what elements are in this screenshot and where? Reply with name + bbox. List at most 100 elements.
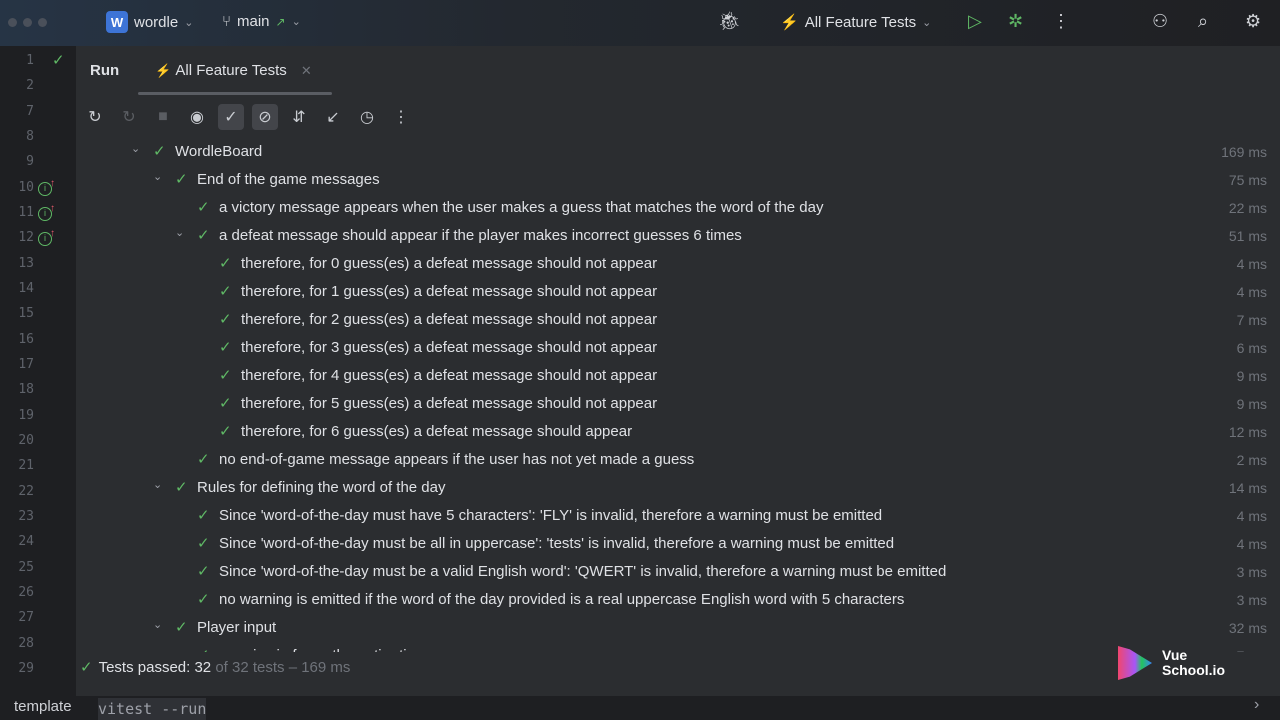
run-test-gutter-icon[interactable]: i ↑ <box>38 203 55 221</box>
run-toolbar: ↻ ↻ ■ ◉ ✓ ⊘ ⇵ ↙ ◷ ⋮ <box>82 104 414 130</box>
test-name: therefore, for 3 guess(es) a defeat mess… <box>241 339 658 356</box>
test-row[interactable]: ✓ no end-of-game message appears if the u… <box>76 446 1280 474</box>
check-icon: ✓ <box>219 367 232 384</box>
line-number: 28 <box>18 635 34 651</box>
test-duration: 9 ms <box>1236 368 1267 384</box>
test-duration: 4 ms <box>1236 284 1267 300</box>
more-icon[interactable]: ⋮ <box>388 104 414 130</box>
test-duration: 12 ms <box>1228 424 1267 440</box>
test-name: no end-of-game message appears if the us… <box>219 451 695 468</box>
rerun-icon[interactable]: ↻ <box>82 104 108 130</box>
sort-icon[interactable]: ⇵ <box>286 104 312 130</box>
tab-all-feature-tests[interactable]: ⚡ All Feature Tests ✕ <box>155 62 312 79</box>
test-row[interactable]: ✓ therefore, for 1 guess(es) a defeat mes… <box>76 278 1280 306</box>
test-row[interactable]: ⌄ ✓ End of the game messages 75 ms <box>76 166 1280 194</box>
test-row[interactable]: ✓ remains in focus the entire time 7 ms <box>76 642 1280 652</box>
chevron-down-icon[interactable]: ⌄ <box>153 611 162 639</box>
test-duration: 4 ms <box>1236 536 1267 552</box>
check-icon: ✓ <box>175 479 188 496</box>
test-row[interactable]: ⌄ ✓ Rules for defining the word of the day… <box>76 474 1280 502</box>
chevron-down-icon[interactable]: ⌄ <box>153 163 162 191</box>
test-name: therefore, for 2 guess(es) a defeat mess… <box>241 311 658 328</box>
test-name: Since 'word-of-the-day must be a valid E… <box>219 563 947 580</box>
watch-icon[interactable]: ◉ <box>184 104 210 130</box>
vueschool-logo-mark <box>1118 646 1152 680</box>
test-duration: 9 ms <box>1236 396 1267 412</box>
history-icon[interactable]: ◷ <box>354 104 380 130</box>
check-icon: ✓ <box>175 171 188 188</box>
test-row[interactable]: ⌄ ✓ WordleBoard 169 ms <box>76 138 1280 166</box>
test-row[interactable]: ✓ therefore, for 0 guess(es) a defeat mes… <box>76 250 1280 278</box>
test-duration: 75 ms <box>1228 172 1267 188</box>
line-number: 17 <box>18 356 34 372</box>
editor-gutter: 1 ✓ 2 7 8 9 10 i ↑ 11 i ↑ 12 i ↑ 13 14 15 16 17 18 19 20 21 22 23… <box>0 46 76 696</box>
test-name: therefore, for 4 guess(es) a defeat mess… <box>241 367 658 384</box>
test-name: remains in focus the entire time <box>219 642 427 652</box>
rerun-failed-icon[interactable]: ↻ <box>116 104 142 130</box>
test-name: therefore, for 0 guess(es) a defeat mess… <box>241 255 658 272</box>
gear-icon[interactable]: ⚙ <box>1245 11 1261 32</box>
chevron-right-icon[interactable]: › <box>1254 696 1259 714</box>
check-icon: ✓ <box>219 311 232 328</box>
branch-selector[interactable]: ⑂ main ↗ ⌄ <box>222 13 301 30</box>
chevron-down-icon[interactable]: ⌄ <box>153 471 162 499</box>
line-number: 1 <box>26 53 34 68</box>
line-number: 7 <box>26 103 34 119</box>
run-icon[interactable]: ▷ <box>968 11 982 32</box>
test-row[interactable]: ✓ no warning is emitted if the word of th… <box>76 586 1280 614</box>
chevron-down-icon[interactable]: ⌄ <box>131 138 140 163</box>
line-number: 25 <box>18 559 34 575</box>
test-row[interactable]: ✓ therefore, for 4 guess(es) a defeat mes… <box>76 362 1280 390</box>
test-row[interactable]: ✓ Since 'word-of-the-day must be a valid … <box>76 558 1280 586</box>
check-icon: ✓ <box>219 283 232 300</box>
test-name: Rules for defining the word of the day <box>197 479 446 496</box>
debug-error-icon[interactable]: 🐞︎ <box>718 11 741 32</box>
test-row[interactable]: ✓ therefore, for 6 guess(es) a defeat mes… <box>76 418 1280 446</box>
test-duration: 14 ms <box>1228 480 1267 496</box>
check-icon: ✓ <box>197 591 210 608</box>
test-row[interactable]: ✓ Since 'word-of-the-day must be all in u… <box>76 530 1280 558</box>
test-row[interactable]: ✓ therefore, for 5 guess(es) a defeat mes… <box>76 390 1280 418</box>
window-controls[interactable] <box>8 18 47 27</box>
add-user-icon[interactable]: ⚇ <box>1152 11 1168 32</box>
lightning-icon: ⚡ <box>780 14 799 31</box>
command-input[interactable]: vitest --run <box>98 698 207 720</box>
test-duration: 169 ms <box>1221 144 1267 160</box>
tab-run[interactable]: Run <box>90 62 119 79</box>
run-config-selector[interactable]: ⚡ All Feature Tests ⌄ <box>780 13 931 32</box>
test-row[interactable]: ⌄ ✓ Player input 32 ms <box>76 614 1280 642</box>
test-duration: 7 ms <box>1237 642 1267 652</box>
chevron-down-icon[interactable]: ⌄ <box>175 219 184 247</box>
line-number: 15 <box>18 306 34 322</box>
debug-icon[interactable]: ✲ <box>1008 11 1023 32</box>
stop-icon[interactable]: ■ <box>150 104 176 130</box>
search-icon[interactable]: ⌕ <box>1198 11 1208 32</box>
collapse-icon[interactable]: ↙ <box>320 104 346 130</box>
test-row[interactable]: ✓ Since 'word-of-the-day must have 5 char… <box>76 502 1280 530</box>
run-test-gutter-icon[interactable]: i ↑ <box>38 178 55 196</box>
vueschool-logo: Vue School.io <box>1118 646 1225 680</box>
run-config-name: All Feature Tests <box>804 13 917 31</box>
project-selector[interactable]: W wordle ⌄ <box>106 11 193 33</box>
run-panel: Run ⚡ All Feature Tests ✕ ↻ ↻ ■ ◉ ✓ ⊘ ⇵ … <box>76 46 1280 696</box>
run-test-gutter-icon[interactable]: i ↑ <box>38 228 55 247</box>
more-icon[interactable]: ⋮ <box>1052 11 1070 32</box>
close-icon[interactable]: ✕ <box>301 63 312 79</box>
context-label: template <box>14 698 72 715</box>
logo-line2: School.io <box>1162 662 1225 678</box>
line-number: 26 <box>18 584 34 600</box>
test-name: Since 'word-of-the-day must have 5 chara… <box>219 507 883 524</box>
test-row[interactable]: ✓ therefore, for 2 guess(es) a defeat mes… <box>76 306 1280 334</box>
test-name: End of the game messages <box>197 171 380 188</box>
test-row[interactable]: ✓ therefore, for 3 guess(es) a defeat mes… <box>76 334 1280 362</box>
show-passed-toggle[interactable]: ✓ <box>218 104 244 130</box>
branch-name: main <box>237 13 270 30</box>
test-row[interactable]: ✓ a victory message appears when the user… <box>76 194 1280 222</box>
test-name: a victory message appears when the user … <box>219 199 824 216</box>
test-tree: ⌄ ✓ WordleBoard 169 ms ⌄ ✓ End of the game mes… <box>76 138 1280 652</box>
test-row[interactable]: ⌄ ✓ a defeat message should appear if the … <box>76 222 1280 250</box>
test-name: Since 'word-of-the-day must be all in up… <box>219 535 895 552</box>
check-icon: ✓ <box>197 199 210 216</box>
show-ignored-toggle[interactable]: ⊘ <box>252 104 278 130</box>
tab-underline <box>138 92 332 95</box>
